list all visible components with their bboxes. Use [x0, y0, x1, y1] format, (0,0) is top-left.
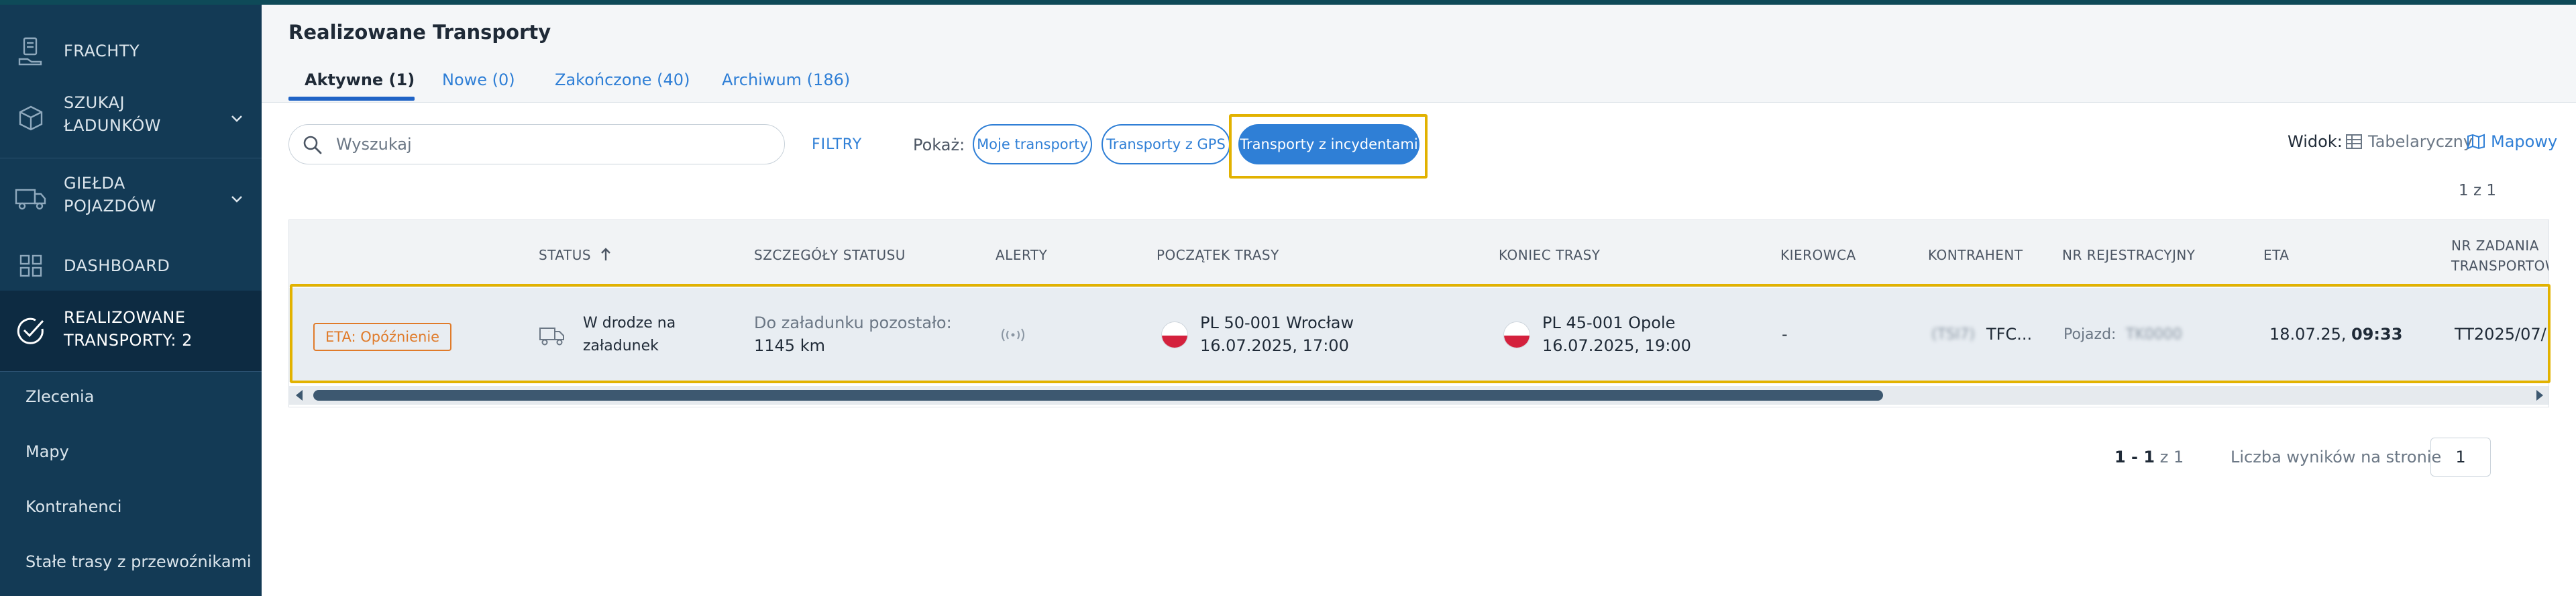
signal-alert-icon	[1002, 328, 1024, 342]
eta-time: 09:33	[2351, 325, 2403, 344]
route-start-date: 16.07.2025, 17:00	[1200, 336, 1349, 355]
scroll-right-icon[interactable]	[2536, 390, 2543, 401]
task-number: TT2025/07/16	[2455, 325, 2548, 344]
chevron-down-icon	[231, 196, 242, 203]
view-label: Widok:	[2288, 132, 2343, 151]
route-end-date: 16.07.2025, 19:00	[1542, 336, 1691, 355]
view-map-button[interactable]: Mapowy	[2467, 132, 2557, 151]
sidebar-item-label: DASHBOARD	[64, 256, 170, 275]
col-route-start: POCZĄTEK TRASY	[1157, 247, 1279, 263]
sort-arrow-up-icon	[601, 248, 610, 260]
eta-date: 18.07.25,	[2269, 325, 2347, 344]
status-line2: załadunek	[583, 338, 659, 354]
col-contractor: KONTRAHENT	[1928, 247, 2023, 263]
chip-incident-transports[interactable]: Transporty z incydentami	[1238, 124, 1419, 164]
scroll-left-icon[interactable]	[296, 390, 303, 401]
route-end-place: PL 45-001 Opole	[1542, 313, 1676, 332]
view-table-label: Tabelaryczny	[2368, 132, 2473, 151]
show-label: Pokaż:	[913, 136, 965, 154]
map-icon	[2467, 134, 2485, 150]
sidebar-item-label-line2: ŁADUNKÓW	[64, 116, 161, 135]
filters-button[interactable]: FILTRY	[812, 136, 862, 153]
chip-my-transports[interactable]: Moje transporty	[973, 124, 1092, 164]
sidebar-item-gielda-pojazdow[interactable]: GIEŁDA POJAZDÓW	[0, 170, 262, 228]
sidebar-subitem-zlecenia[interactable]: Zlecenia	[25, 387, 94, 406]
per-page-select[interactable]: 1	[2430, 438, 2491, 477]
dashboard-grid-icon	[15, 250, 47, 282]
sidebar-item-realizowane-transporty[interactable]: REALIZOWANE TRANSPORTY: 2	[0, 291, 262, 371]
scrollbar-thumb[interactable]	[313, 390, 1883, 401]
driver-value: -	[1782, 325, 1788, 344]
table-header: STATUS SZCZEGÓŁY STATUSU ALERTY POCZĄTEK…	[289, 220, 2549, 287]
top-accent-bar	[0, 0, 2576, 5]
col-status[interactable]: STATUS	[539, 247, 612, 263]
sidebar: FRACHTY SZUKAJ ŁADUNKÓW GIEŁDA POJAZDÓW	[0, 5, 262, 596]
tab-aktywne[interactable]: Aktywne (1)	[305, 70, 415, 89]
pagination-total: z 1	[2159, 448, 2184, 466]
sidebar-item-dashboard[interactable]: DASHBOARD	[0, 244, 262, 288]
clipboard-hand-icon	[15, 35, 47, 67]
page-count-top: 1 z 1	[2459, 182, 2496, 199]
view-table-button[interactable]: Tabelaryczny	[2345, 132, 2473, 151]
chip-gps-transports[interactable]: Transporty z GPS	[1102, 124, 1230, 164]
page-title: Realizowane Transporty	[288, 21, 551, 44]
poland-flag-icon	[1503, 321, 1530, 348]
sidebar-item-szukaj-ladunkow[interactable]: SZUKAJ ŁADUNKÓW	[0, 89, 262, 147]
main-content: Realizowane Transporty Aktywne (1) Nowe …	[262, 5, 2576, 596]
status-details-line1: Do załadunku pozostało:	[754, 313, 952, 332]
vehicle-redacted: TK0000	[2126, 326, 2182, 343]
per-page-label: Liczba wyników na stronie	[2231, 448, 2442, 466]
tab-nowe[interactable]: Nowe (0)	[442, 70, 515, 89]
search-icon	[303, 136, 322, 154]
box-icon	[15, 102, 47, 134]
sidebar-subitem-mapy[interactable]: Mapy	[25, 442, 69, 461]
col-task-no-line2: TRANSPORTOW	[2451, 258, 2549, 274]
sidebar-item-label-line2: TRANSPORTY: 2	[64, 331, 193, 350]
check-circle-icon	[15, 315, 47, 347]
poland-flag-icon	[1161, 321, 1188, 348]
transports-table: STATUS SZCZEGÓŁY STATUSU ALERTY POCZĄTEK…	[288, 219, 2549, 407]
col-task-no: NR ZADANIA	[2451, 238, 2539, 254]
col-status-details: SZCZEGÓŁY STATUSU	[754, 247, 906, 263]
status-details-line2: 1145 km	[754, 336, 825, 355]
search-input[interactable]	[336, 133, 765, 156]
active-tab-indicator	[288, 97, 415, 101]
table-row[interactable]: ETA: Opóźnienie W drodze na załadunek Do…	[289, 288, 2548, 382]
tab-archiwum[interactable]: Archiwum (186)	[722, 70, 850, 89]
sidebar-item-label: FRACHTY	[64, 41, 140, 60]
horizontal-scrollbar[interactable]	[289, 386, 2548, 405]
contractor-redacted: (TSI7)	[1931, 326, 1976, 343]
sidebar-item-label: REALIZOWANE	[64, 308, 186, 327]
search-box	[288, 124, 785, 164]
eta-delay-badge: ETA: Opóźnienie	[313, 323, 452, 351]
col-registration: NR REJESTRACYJNY	[2062, 247, 2196, 263]
truck-icon	[15, 183, 47, 215]
pagination-range: 1 - 1	[2114, 448, 2155, 466]
truck-icon	[539, 328, 564, 346]
contractor-value: TFC...	[1986, 325, 2033, 344]
sidebar-item-label: GIEŁDA	[64, 174, 125, 193]
sidebar-divider	[0, 371, 262, 372]
col-alerts: ALERTY	[996, 247, 1048, 263]
sidebar-subitem-kontrahenci[interactable]: Kontrahenci	[25, 497, 121, 516]
view-map-label: Mapowy	[2491, 132, 2558, 151]
sidebar-subitem-stale-trasy[interactable]: Stałe trasy z przewoźnikami	[25, 552, 252, 571]
chevron-down-icon	[231, 115, 242, 122]
sidebar-item-label: SZUKAJ	[64, 93, 125, 112]
col-eta: ETA	[2263, 247, 2290, 263]
route-start-place: PL 50-001 Wrocław	[1200, 313, 1354, 332]
vehicle-label: Pojazd:	[2063, 326, 2116, 343]
sidebar-item-frachty[interactable]: FRACHTY	[0, 29, 262, 73]
page-header: Realizowane Transporty Aktywne (1) Nowe …	[262, 5, 2576, 103]
table-icon	[2346, 134, 2362, 149]
col-route-end: KONIEC TRASY	[1499, 247, 1601, 263]
status-line1: W drodze na	[583, 315, 676, 332]
sidebar-item-label-line2: POJAZDÓW	[64, 197, 156, 215]
col-driver: KIEROWCA	[1780, 247, 1856, 263]
tab-zakonczone[interactable]: Zakończone (40)	[555, 70, 690, 89]
col-status-label: STATUS	[539, 247, 592, 263]
pagination-info: 1 - 1 z 1	[2114, 448, 2184, 466]
